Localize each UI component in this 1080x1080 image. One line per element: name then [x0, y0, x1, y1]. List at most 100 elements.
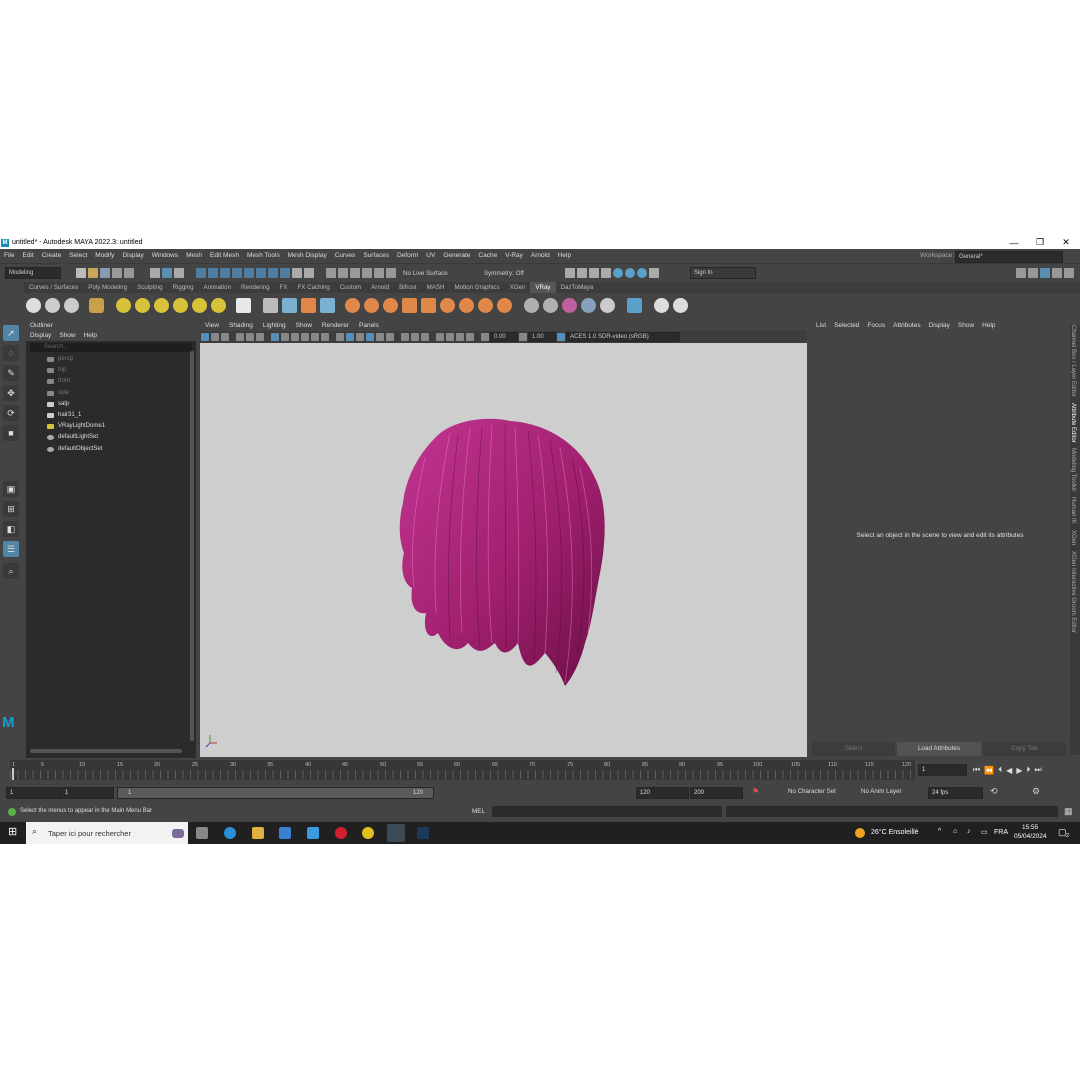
ae-menu-focus[interactable]: Focus [863, 321, 889, 331]
2d-pan-zoom-icon[interactable] [246, 333, 254, 341]
hypershade-icon[interactable] [612, 268, 623, 278]
outliner-item-top[interactable]: top [26, 365, 196, 376]
render-sequence-icon[interactable] [576, 268, 587, 278]
clock-time[interactable]: 15:55 [1022, 824, 1038, 831]
side-tab-modeling-toolkit[interactable]: Modeling Toolkit [1070, 448, 1076, 491]
vray-light-lister-icon[interactable] [654, 297, 669, 313]
vray-render-icon[interactable] [636, 268, 647, 278]
chrome-icon[interactable] [362, 827, 374, 839]
tool-settings-toggle-icon[interactable] [1052, 268, 1062, 278]
taskbar-search-box[interactable]: ⌕ Taper ici pour rechercher [26, 822, 188, 844]
steam-icon[interactable] [417, 827, 429, 839]
windows-start-icon[interactable]: ⊞ [8, 825, 17, 838]
color-management-icon[interactable] [557, 333, 565, 341]
current-time-indicator[interactable] [12, 768, 14, 780]
live-surface-label[interactable]: No Live Surface [403, 270, 448, 277]
snap-grid-icon[interactable] [196, 268, 206, 278]
ae-menu-selected[interactable]: Selected [830, 321, 863, 331]
vray-vrscene-icon[interactable] [524, 297, 539, 313]
menu-modify[interactable]: Modify [91, 249, 118, 263]
magnet-point-icon[interactable] [350, 268, 360, 278]
ipr-render-icon[interactable] [588, 268, 599, 278]
vray-cosmos-icon[interactable] [627, 297, 642, 313]
menu-uv[interactable]: UV [422, 249, 439, 263]
attribute-editor-toggle-icon[interactable] [1040, 268, 1050, 278]
vray-ies-light-icon[interactable] [192, 297, 207, 313]
snap-plane-icon[interactable] [232, 268, 242, 278]
outliner-item-persp[interactable]: persp [26, 354, 196, 365]
menu-mesh-display[interactable]: Mesh Display [284, 249, 331, 263]
edge-icon[interactable] [224, 827, 236, 839]
anim-prefs-icon[interactable]: ⚙ [1032, 786, 1040, 797]
undo-icon[interactable] [112, 268, 122, 278]
vray-proxy-icon[interactable] [263, 297, 278, 313]
auto-key-icon[interactable]: ⚑ [752, 787, 759, 796]
command-line-input[interactable] [492, 806, 722, 817]
xray-icon[interactable] [446, 333, 454, 341]
weather-text[interactable]: 26°C Ensoleillé [871, 829, 919, 836]
vray-subdivision-icon[interactable] [383, 297, 398, 313]
menu-cache[interactable]: Cache [474, 249, 501, 263]
menu-file[interactable]: File [0, 249, 18, 263]
sign-in-button[interactable]: Sign In [689, 267, 756, 279]
menu-curves[interactable]: Curves [331, 249, 360, 263]
outliner-layout-icon[interactable]: ☰ [3, 541, 19, 557]
magnet-view-icon[interactable] [374, 268, 384, 278]
vray-settings-icon[interactable] [497, 297, 512, 313]
loop-icon[interactable]: ⟲ [990, 786, 998, 797]
outliner-search-input[interactable]: Search... [30, 343, 192, 352]
script-editor-icon[interactable]: ▦ [1064, 806, 1073, 817]
vray-logo-icon[interactable] [673, 297, 688, 313]
shelf-tab-motion-graphics[interactable]: Motion Graphics [450, 282, 505, 293]
outliner-vertical-scrollbar[interactable] [190, 351, 194, 741]
go-to-start-icon[interactable]: ⏮ [973, 765, 980, 775]
shelf-tab-animation[interactable]: Animation [199, 282, 237, 293]
vray-palette-icon[interactable] [600, 297, 615, 313]
select-object-icon[interactable] [162, 268, 172, 278]
snap-bbox-icon[interactable] [280, 268, 290, 278]
start-time-field[interactable]: 1 [6, 787, 61, 799]
bookmark-icon[interactable] [221, 333, 229, 341]
play-backwards-icon[interactable]: ◀ [1006, 766, 1012, 775]
grid-icon[interactable] [271, 333, 279, 341]
vray-fur-icon[interactable] [320, 297, 335, 313]
go-to-end-icon[interactable]: ⏭ [1034, 765, 1041, 775]
menu-create[interactable]: Create [38, 249, 66, 263]
ae-copy-tab-button[interactable]: Copy Tab [982, 742, 1066, 756]
resolution-gate-icon[interactable] [291, 333, 299, 341]
layout-icon[interactable] [1028, 268, 1038, 278]
viewport-menu-show[interactable]: Show [291, 321, 317, 331]
outliner-item-side[interactable]: side [26, 388, 196, 399]
outliner-menu-help[interactable]: Help [80, 331, 101, 341]
task-view-icon[interactable] [196, 827, 208, 839]
range-slider[interactable]: 1 120 [117, 787, 434, 799]
ae-menu-display[interactable]: Display [925, 321, 954, 331]
side-tab-human-ik[interactable]: Human IK [1070, 497, 1076, 524]
render-settings-icon[interactable] [600, 268, 611, 278]
show-hidden-icons-icon[interactable]: ^ [938, 828, 941, 835]
battery-icon[interactable]: ▭ [981, 828, 988, 836]
maya-taskbar-icon[interactable] [387, 824, 405, 842]
play-forwards-icon[interactable]: ▶ [1016, 766, 1022, 775]
hair-mesh[interactable] [399, 418, 605, 686]
menu-surfaces[interactable]: Surfaces [359, 249, 393, 263]
language-indicator[interactable]: FRA [994, 829, 1008, 836]
vray-sun-icon[interactable] [211, 297, 226, 313]
use-all-lights-icon[interactable] [376, 333, 384, 341]
shadows-icon[interactable] [386, 333, 394, 341]
vray-volume-icon[interactable] [301, 297, 316, 313]
menu-edit-mesh[interactable]: Edit Mesh [206, 249, 243, 263]
viewport-menu-lighting[interactable]: Lighting [258, 321, 291, 331]
gamma-field[interactable]: 1.00 [528, 332, 556, 342]
file-explorer-icon[interactable] [252, 827, 264, 839]
single-perspective-layout-icon[interactable]: ▣ [3, 481, 19, 497]
camera-attributes-icon[interactable] [211, 333, 219, 341]
shelf-tab-daztomaya[interactable]: DazToMaya [556, 282, 599, 293]
side-tab-xgen-groom[interactable]: XGen Interactive Groom Editor [1070, 551, 1076, 633]
xray-joints-icon[interactable] [456, 333, 464, 341]
viewport-menu-renderer[interactable]: Renderer [317, 321, 354, 331]
settings-icon[interactable] [1016, 268, 1026, 278]
render-current-frame-icon[interactable] [564, 268, 575, 278]
vray-hair-icon[interactable] [440, 297, 455, 313]
menu-arnold[interactable]: Arnold [527, 249, 554, 263]
